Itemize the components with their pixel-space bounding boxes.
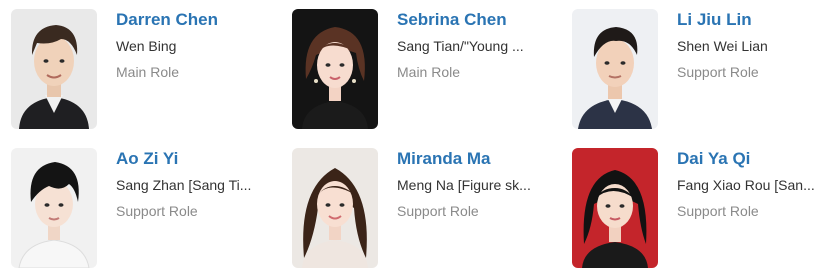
cast-card: Ao Zi Yi Sang Zhan [Sang Ti... Support R…	[11, 148, 281, 268]
actor-photo[interactable]	[572, 9, 658, 129]
role-label: Support Role	[677, 203, 759, 219]
actor-portrait-icon	[572, 148, 658, 268]
actor-portrait-icon	[572, 9, 658, 129]
actor-photo[interactable]	[292, 148, 378, 268]
character-name: Sang Tian/"Young ...	[397, 38, 524, 54]
actor-photo[interactable]	[572, 148, 658, 268]
actor-portrait-icon	[11, 9, 97, 129]
cast-card: Li Jiu Lin Shen Wei Lian Support Role	[572, 9, 832, 129]
character-name: Meng Na [Figure sk...	[397, 177, 531, 193]
cast-grid: Darren Chen Wen Bing Main Role Sebrina C…	[0, 0, 832, 278]
actor-portrait-icon	[292, 148, 378, 268]
actor-name-link[interactable]: Miranda Ma	[397, 148, 557, 170]
actor-photo[interactable]	[11, 148, 97, 268]
actor-name-link[interactable]: Ao Zi Yi	[116, 148, 276, 170]
actor-portrait-icon	[292, 9, 378, 129]
actor-name-link[interactable]: Dai Ya Qi	[677, 148, 832, 170]
actor-portrait-icon	[11, 148, 97, 268]
cast-card: Sebrina Chen Sang Tian/"Young ... Main R…	[292, 9, 562, 129]
actor-photo[interactable]	[292, 9, 378, 129]
actor-name-link[interactable]: Darren Chen	[116, 9, 276, 31]
actor-photo[interactable]	[11, 9, 97, 129]
character-name: Sang Zhan [Sang Ti...	[116, 177, 252, 193]
actor-name-link[interactable]: Li Jiu Lin	[677, 9, 832, 31]
character-name: Fang Xiao Rou [San...	[677, 177, 815, 193]
cast-card: Dai Ya Qi Fang Xiao Rou [San... Support …	[572, 148, 832, 268]
role-label: Main Role	[116, 64, 180, 80]
role-label: Support Role	[397, 203, 479, 219]
cast-card: Miranda Ma Meng Na [Figure sk... Support…	[292, 148, 562, 268]
character-name: Shen Wei Lian	[677, 38, 768, 54]
role-label: Support Role	[677, 64, 759, 80]
role-label: Support Role	[116, 203, 198, 219]
cast-card: Darren Chen Wen Bing Main Role	[11, 9, 281, 129]
role-label: Main Role	[397, 64, 461, 80]
character-name: Wen Bing	[116, 38, 177, 54]
actor-name-link[interactable]: Sebrina Chen	[397, 9, 557, 31]
